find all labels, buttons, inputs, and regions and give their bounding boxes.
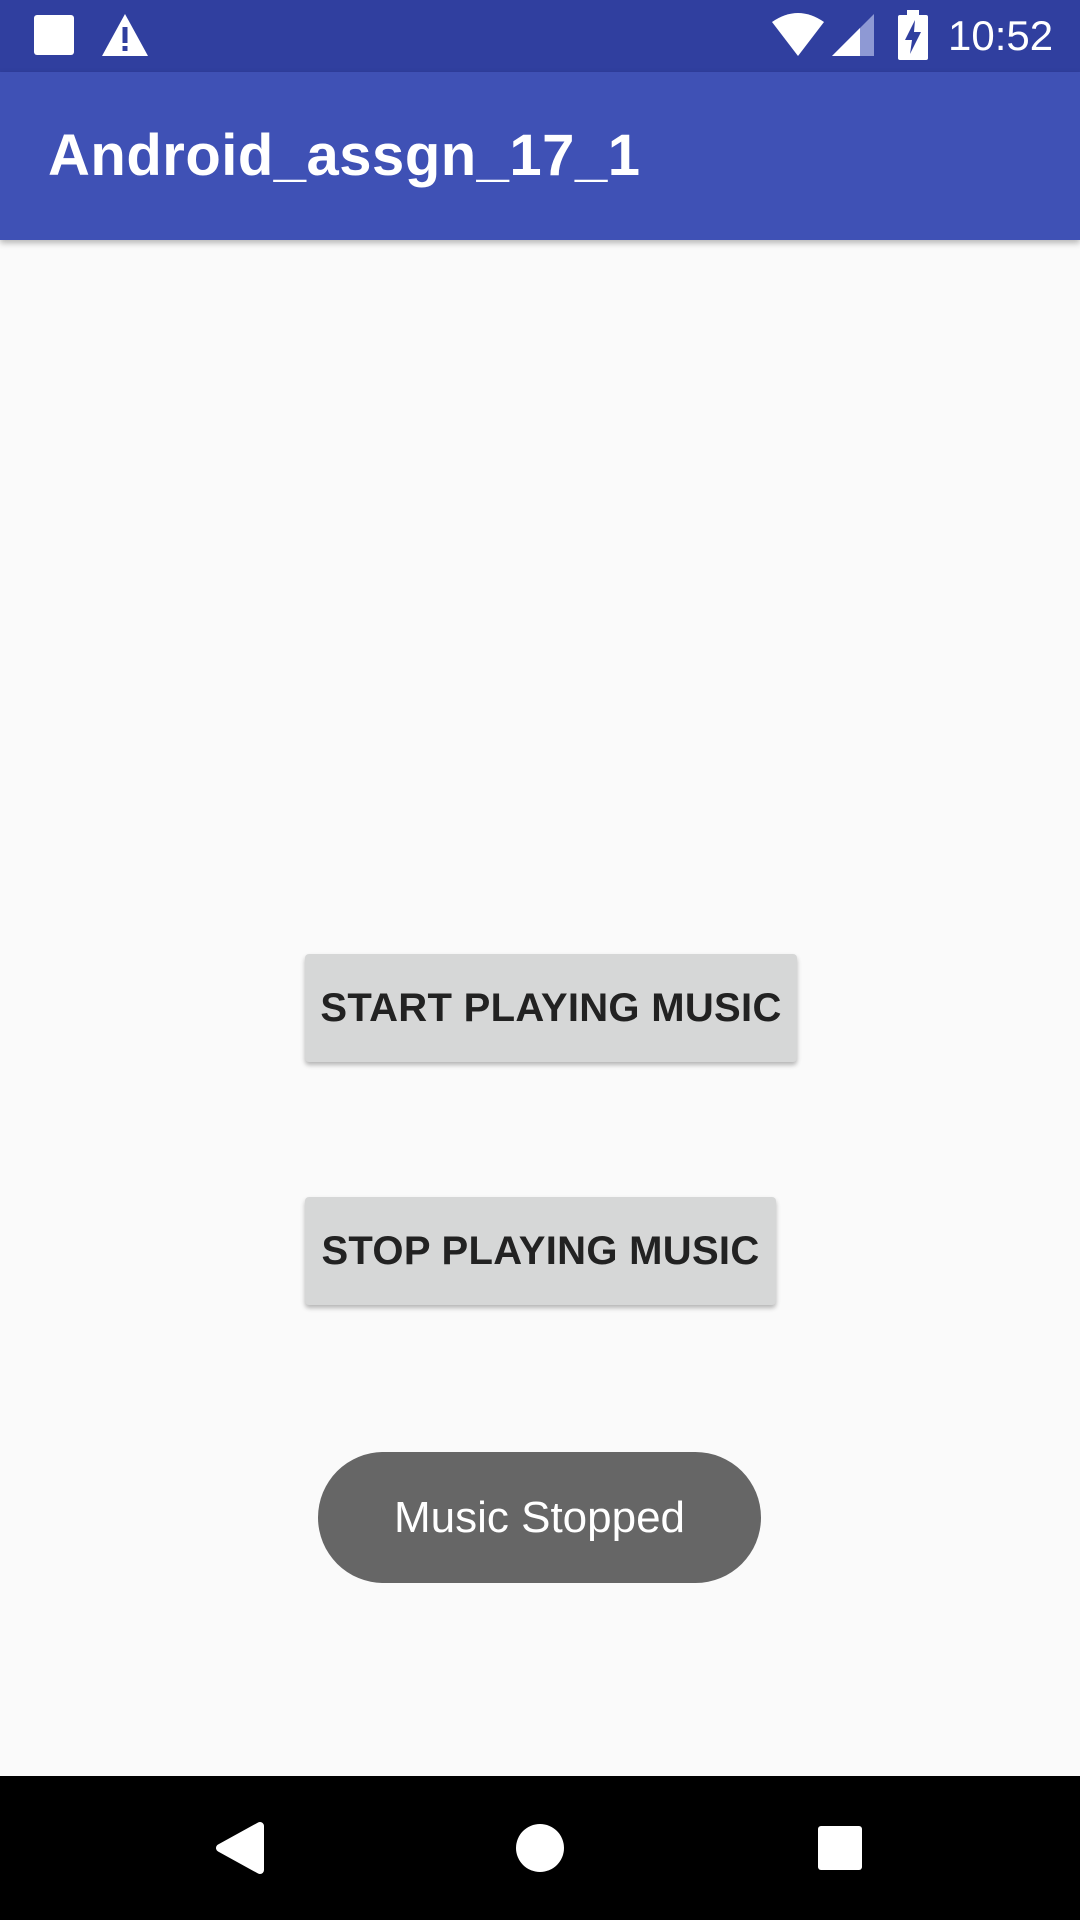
status-time: 10:52	[948, 12, 1054, 59]
stop-playing-music-button[interactable]: STOP PLAYING MUSIC	[305, 1197, 776, 1305]
back-icon[interactable]	[190, 1798, 290, 1898]
home-icon[interactable]	[490, 1798, 590, 1898]
cell-signal-icon	[832, 14, 874, 56]
wifi-icon	[772, 13, 824, 56]
warning-icon	[102, 14, 148, 56]
app-bar: Android_assgn_17_1	[0, 72, 1080, 240]
battery-charging-icon	[898, 10, 928, 60]
start-playing-music-button[interactable]: START PLAYING MUSIC	[305, 954, 797, 1062]
notification-square-icon	[34, 15, 74, 55]
navigation-bar	[0, 1776, 1080, 1920]
toast-message: Music Stopped	[318, 1452, 761, 1583]
recents-icon[interactable]	[790, 1798, 890, 1898]
status-bar: 10:52	[0, 0, 1080, 72]
app-title: Android_assgn_17_1	[48, 123, 641, 188]
